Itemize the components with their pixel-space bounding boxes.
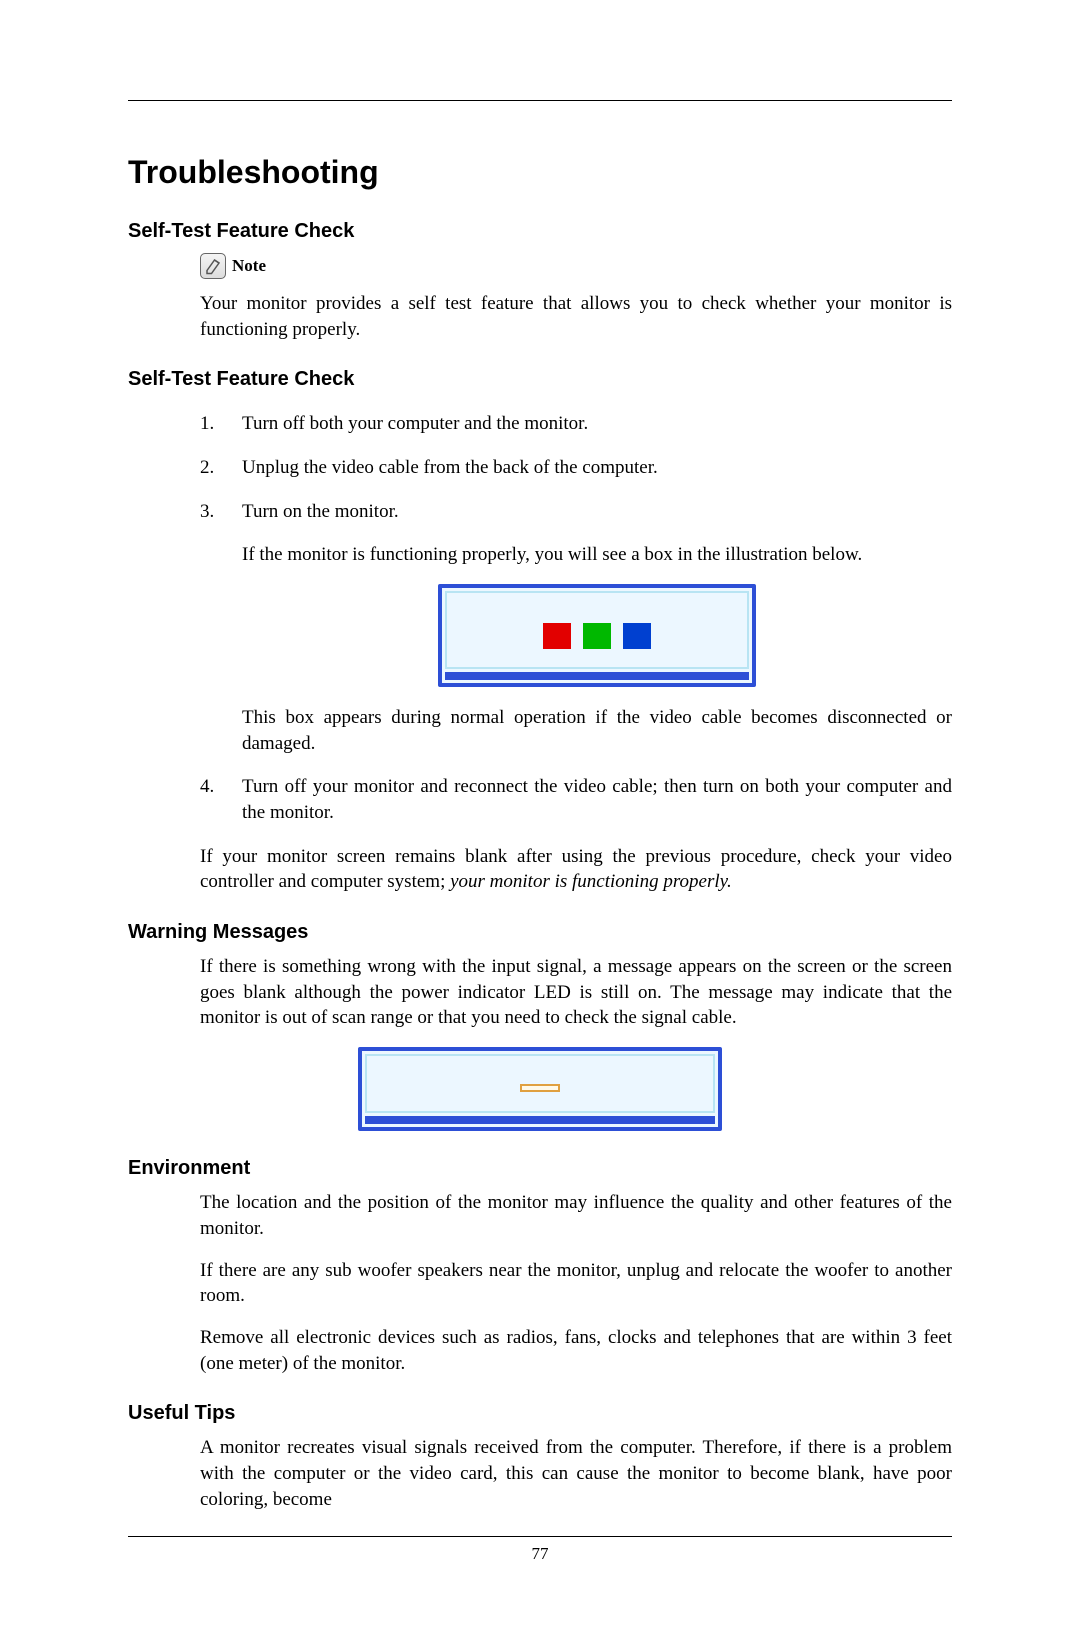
env-p2: If there are any sub woofer speakers nea… <box>200 1258 952 1309</box>
bottom-divider: 77 <box>128 1536 952 1566</box>
step-2: Unplug the video cable from the back of … <box>200 455 952 481</box>
note-label: Note <box>232 255 266 278</box>
section-heading-self-test-2: Self-Test Feature Check <box>128 366 952 393</box>
section-heading-warning: Warning Messages <box>128 919 952 946</box>
step-text: Turn off your monitor and reconnect the … <box>242 776 952 823</box>
osd-bottom-label <box>445 672 749 680</box>
step-text: Turn on the monitor. <box>242 501 399 522</box>
page-number: 77 <box>532 1544 549 1563</box>
tips-p1: A monitor recreates visual signals recei… <box>200 1435 952 1512</box>
section-heading-environment: Environment <box>128 1155 952 1182</box>
osd2-bottom-label <box>365 1116 715 1124</box>
self-test-steps: Turn off both your computer and the moni… <box>200 411 952 825</box>
step-1: Turn off both your computer and the moni… <box>200 411 952 437</box>
osd-not-optimum <box>358 1047 722 1132</box>
step-4: Turn off your monitor and reconnect the … <box>200 774 952 825</box>
closing-italic: your monitor is functioning properly. <box>450 871 732 892</box>
warning-body: If there is something wrong with the inp… <box>200 954 952 1031</box>
page-title: Troubleshooting <box>128 151 952 194</box>
note-icon <box>200 253 226 279</box>
rgb-squares <box>455 623 739 649</box>
env-p1: The location and the position of the mon… <box>200 1190 952 1241</box>
green-square <box>583 623 611 649</box>
note-body: Your monitor provides a self test featur… <box>200 291 952 342</box>
step-3: Turn on the monitor. If the monitor is f… <box>200 499 952 757</box>
osd2-help-button <box>520 1084 560 1092</box>
top-divider <box>128 100 952 101</box>
red-square <box>543 623 571 649</box>
section-heading-useful-tips: Useful Tips <box>128 1400 952 1427</box>
env-p3: Remove all electronic devices such as ra… <box>200 1325 952 1376</box>
osd-check-signal <box>438 584 756 687</box>
step-text: Unplug the video cable from the back of … <box>242 457 658 478</box>
closing-paragraph: If your monitor screen remains blank aft… <box>200 844 952 895</box>
blue-square <box>623 623 651 649</box>
step-text: Turn off both your computer and the moni… <box>242 413 588 434</box>
step-after-text: This box appears during normal operation… <box>242 705 952 756</box>
step-sub-text: If the monitor is functioning properly, … <box>242 542 952 568</box>
section-heading-self-test-1: Self-Test Feature Check <box>128 218 952 245</box>
